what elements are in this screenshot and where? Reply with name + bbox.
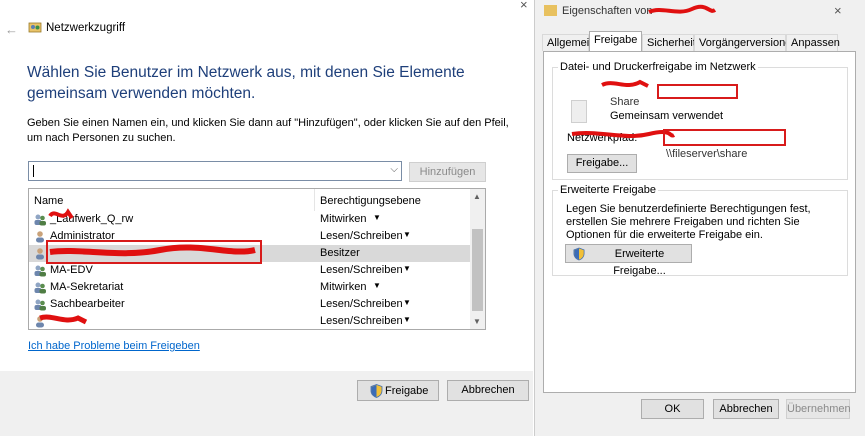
network-sharing-group: Datei- und Druckerfreigabe im Netzwerk S… [552,61,848,180]
apply-button[interactable]: Übernehmen [786,399,851,419]
row-permission[interactable]: Lesen/Schreiben [320,264,403,276]
cancel-button[interactable]: Abbrechen [447,380,529,401]
network-path-label: Netzwerkpfad: [567,132,638,144]
dropdown-arrow-icon[interactable]: ▼ [403,230,411,239]
table-row[interactable]: Lesen/Schreiben ▼ [29,313,470,330]
redaction-mark [648,4,717,14]
group-title: Erweiterte Freigabe [558,184,658,196]
row-permission[interactable]: Mitwirken [320,281,366,293]
group-icon [34,282,46,294]
tab-sicherheit[interactable]: Sicherheit [642,34,696,51]
dialog-title: Netzwerkzugriff [46,22,126,34]
scroll-up-icon[interactable]: ▲ [473,192,481,201]
scroll-down-icon[interactable]: ▼ [473,317,481,326]
tab-vorgaengerversionen[interactable]: Vorgängerversionen [694,34,797,51]
row-name: MA-Sekretariat [50,281,124,293]
uac-shield-icon [573,247,585,261]
table-row[interactable]: MA-Sekretariat Mitwirken ▼ [29,279,470,296]
advanced-sharing-label: Erweiterte Freigabe... [613,248,666,277]
vertical-scrollbar[interactable]: ▲ ▼ [470,189,485,329]
name-input[interactable]: ⌵ [28,161,402,181]
row-permission: Besitzer [320,247,360,259]
advanced-sharing-description: Legen Sie benutzerdefinierte Berechtigun… [566,203,811,241]
close-icon[interactable]: × [834,3,842,18]
share-button-label: Freigabe [385,385,429,397]
page-heading: Wählen Sie Benutzer im Netzwerk aus, mit… [27,64,465,102]
row-name: Administrator [50,230,115,242]
table-row-selected[interactable]: Besitzer [29,245,470,262]
user-icon [36,248,44,260]
network-users-icon [28,22,42,33]
user-icon [36,231,44,243]
dropdown-arrow-icon[interactable]: ▼ [373,213,381,222]
table-row[interactable]: _Laufwerk_Q_rw Mitwirken ▼ [29,211,470,228]
dropdown-arrow-icon[interactable]: ▼ [373,281,381,290]
group-icon [34,214,46,226]
share-button[interactable]: Freigabe [357,380,439,401]
share-button[interactable]: Freigabe... [567,154,637,173]
dropdown-arrow-icon[interactable]: ▼ [403,298,411,307]
scrollbar-thumb[interactable] [472,229,483,311]
list-header: Name Berechtigungsebene [29,189,469,211]
table-row[interactable]: Administrator Lesen/Schreiben ▼ [29,228,470,245]
share-name: Share [610,96,640,108]
add-button[interactable]: Hinzufügen [409,162,486,182]
user-icon [36,316,44,328]
help-link[interactable]: Ich habe Probleme beim Freigeben [28,340,200,352]
group-icon [34,265,46,277]
share-folder-icon [571,100,587,123]
network-path-value: \\fileserver\share [666,148,748,160]
dropdown-arrow-icon[interactable]: ▼ [403,315,411,324]
back-arrow-icon[interactable]: ← [5,22,18,37]
instruction-text: Geben Sie einen Namen ein, und klicken S… [27,117,509,144]
table-row[interactable]: Sachbearbeiter Lesen/Schreiben ▼ [29,296,470,313]
row-permission[interactable]: Mitwirken [320,213,366,225]
text-caret [33,165,34,177]
row-permission[interactable]: Lesen/Schreiben [320,298,403,310]
chevron-down-icon[interactable]: ⌵ [390,164,398,175]
advanced-sharing-button[interactable]: Erweiterte Freigabe... [565,244,692,277]
cancel-button[interactable]: Abbrechen [713,399,779,419]
user-list: Name Berechtigungsebene _Laufwerk_Q_rw M… [28,188,486,330]
tab-allgemein[interactable]: Allgemein [542,34,595,51]
share-state: Gemeinsam verwendet [610,110,724,122]
table-row[interactable]: MA-EDV Lesen/Schreiben ▼ [29,262,470,279]
folder-icon [544,5,557,16]
group-title: Datei- und Druckerfreigabe im Netzwerk [558,61,758,73]
tab-anpassen[interactable]: Anpassen [786,34,840,51]
properties-title: Eigenschaften von [562,5,653,17]
group-icon [34,299,46,311]
row-name: MA-EDV [50,264,93,276]
sharing-panel: Datei- und Druckerfreigabe im Netzwerk S… [543,51,856,393]
ok-button[interactable]: OK [641,399,704,419]
column-header-name[interactable]: Name [34,195,63,207]
column-header-permission[interactable]: Berechtigungsebene [320,195,421,207]
row-name: Sachbearbeiter [50,298,125,310]
row-permission[interactable]: Lesen/Schreiben [320,230,403,242]
tab-freigabe[interactable]: Freigabe [589,31,642,52]
row-name: _Laufwerk_Q_rw [50,213,134,225]
network-access-dialog: ← Netzwerkzugriff × Wählen Sie Benutzer … [0,0,533,436]
close-icon[interactable]: × [520,0,528,12]
properties-dialog: Eigenschaften von × Allgemein Freigabe S… [534,0,865,436]
uac-shield-icon [370,384,383,398]
dropdown-arrow-icon[interactable]: ▼ [403,264,411,273]
row-permission[interactable]: Lesen/Schreiben [320,315,403,327]
column-divider[interactable] [314,189,315,211]
